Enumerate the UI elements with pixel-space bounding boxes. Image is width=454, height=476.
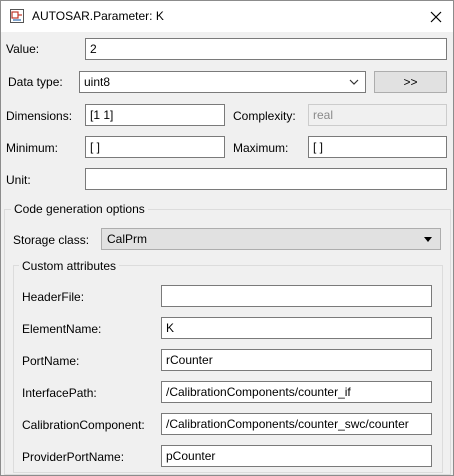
attr-field-calibrationcomponent[interactable]: /CalibrationComponents/counter_swc/count… bbox=[161, 413, 432, 435]
complexity-field: real bbox=[308, 104, 447, 126]
attr-label-headerfile: HeaderFile: bbox=[22, 290, 85, 304]
attr-label-elementname: ElementName: bbox=[22, 322, 102, 336]
data-type-assistant-button[interactable]: >> bbox=[374, 71, 447, 93]
close-button[interactable] bbox=[419, 1, 453, 32]
complexity-label: Complexity: bbox=[233, 109, 296, 123]
unit-field[interactable] bbox=[85, 168, 447, 190]
custom-attributes-title: Custom attributes bbox=[19, 259, 120, 273]
data-type-value: uint8 bbox=[84, 75, 111, 89]
parameter-dialog: AUTOSAR.Parameter: K Value: 2 Data type:… bbox=[0, 0, 454, 476]
dropdown-arrow-icon bbox=[424, 237, 432, 242]
title-bar: AUTOSAR.Parameter: K bbox=[1, 1, 453, 32]
window-title: AUTOSAR.Parameter: K bbox=[32, 9, 164, 23]
simulink-app-icon bbox=[9, 8, 25, 24]
attr-field-providerportname[interactable]: pCounter bbox=[161, 445, 432, 467]
attr-label-portname: PortName: bbox=[22, 354, 80, 368]
dimensions-label: Dimensions: bbox=[6, 109, 73, 123]
attr-field-interfacepath[interactable]: /CalibrationComponents/counter_if bbox=[161, 381, 432, 403]
close-icon bbox=[430, 11, 442, 22]
value-label: Value: bbox=[6, 42, 40, 56]
maximum-field[interactable]: [ ] bbox=[308, 136, 447, 158]
chevron-down-icon bbox=[349, 79, 359, 85]
storage-class-value: CalPrm bbox=[107, 232, 148, 246]
minimum-field[interactable]: [ ] bbox=[85, 136, 225, 158]
value-field[interactable]: 2 bbox=[85, 38, 447, 60]
storage-class-select[interactable]: CalPrm bbox=[101, 228, 441, 250]
data-type-label: Data type: bbox=[8, 75, 63, 89]
data-type-select[interactable]: uint8 bbox=[79, 71, 366, 93]
storage-class-label: Storage class: bbox=[13, 233, 90, 247]
attr-label-calibrationcomponent: CalibrationComponent: bbox=[22, 418, 145, 432]
dimensions-field[interactable]: [1 1] bbox=[85, 104, 225, 126]
unit-label: Unit: bbox=[6, 173, 31, 187]
minimum-label: Minimum: bbox=[6, 141, 59, 155]
code-generation-title: Code generation options bbox=[11, 202, 148, 216]
attr-label-providerportname: ProviderPortName: bbox=[22, 450, 125, 464]
maximum-label: Maximum: bbox=[233, 141, 289, 155]
attr-field-portname[interactable]: rCounter bbox=[161, 349, 432, 371]
attr-field-elementname[interactable]: K bbox=[161, 317, 432, 339]
attr-label-interfacepath: InterfacePath: bbox=[22, 386, 97, 400]
attr-field-headerfile[interactable] bbox=[161, 285, 432, 307]
